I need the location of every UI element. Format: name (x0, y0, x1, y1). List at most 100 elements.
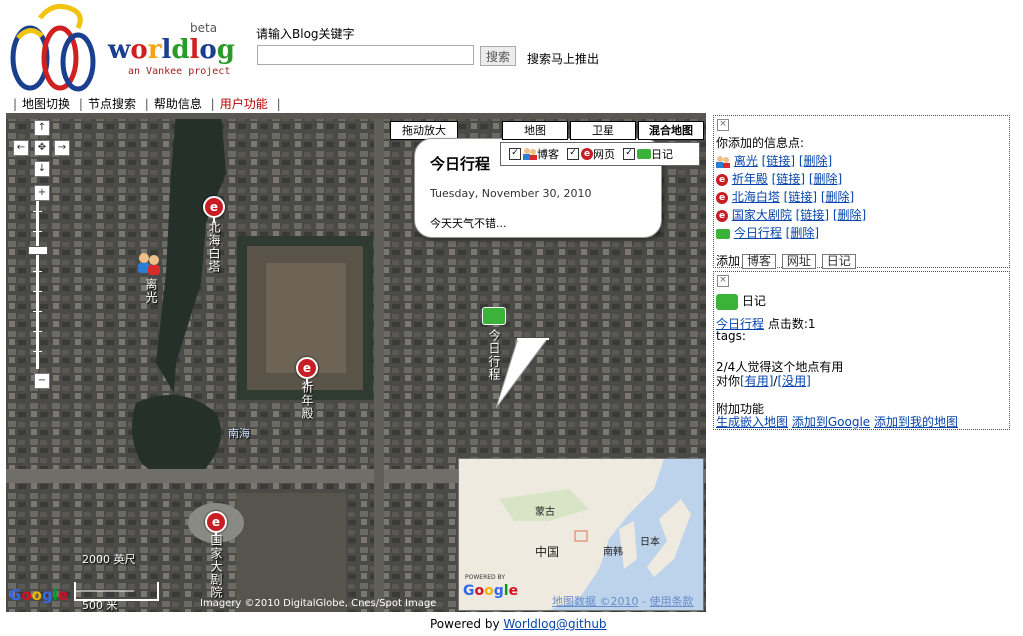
point-delete-link[interactable]: [删除] (821, 190, 854, 204)
list-item: e 国家大剧院 [链接] [删除] (716, 206, 866, 223)
folder-icon (716, 293, 738, 310)
pan-right-button[interactable]: → (54, 140, 70, 156)
add-to-google-link[interactable]: 添加到Google (792, 415, 870, 429)
layer-web-label: 网页 (593, 148, 615, 161)
bubble-body: 今天天气不错... (430, 217, 507, 230)
point-link-today[interactable]: 今日行程 (734, 226, 782, 240)
map-data-link[interactable]: 地图数据 ©2010 (552, 595, 639, 608)
point-link-liguang[interactable]: 离光 (734, 154, 758, 168)
google-logo: Google (9, 586, 69, 604)
search-button[interactable]: 搜索 (480, 46, 517, 66)
layer-filter: ✓ 博客 ✓ e 网页 ✓ 日记 (500, 142, 700, 166)
close-icon[interactable]: × (717, 275, 729, 287)
marker-label-liguang: 离光 (144, 278, 158, 304)
bubble-pointer (495, 338, 549, 409)
folder-icon[interactable] (482, 307, 506, 325)
point-link-beihai[interactable]: 北海白塔 (732, 190, 780, 204)
pan-down-button[interactable]: ↓ (34, 161, 50, 177)
point-delete-link[interactable]: [删除] (809, 172, 842, 186)
detail-clicks: 点击数:1 (767, 317, 816, 331)
marker-label-beihai: 北海白塔 (207, 221, 221, 273)
map-type-satellite[interactable]: 卫星 (570, 121, 636, 140)
area-label-nanhai: 南海 (228, 427, 250, 440)
list-item: e 北海白塔 [链接] [删除] (716, 188, 854, 205)
layer-blog-label: 博客 (537, 148, 559, 161)
panel1-heading: 你添加的信息点: (716, 136, 805, 150)
point-url-link[interactable]: [链接] (796, 208, 829, 222)
nav-item-node-search[interactable]: 节点搜索 (88, 97, 136, 111)
point-delete-link[interactable]: [删除] (833, 208, 866, 222)
list-item: 离光 [链接] [删除] (716, 152, 832, 169)
add-diary-button[interactable]: 日记 (821, 254, 856, 269)
overview-label-china: 中国 (535, 545, 560, 559)
zoom-slider-track[interactable] (33, 201, 42, 369)
point-link-grand-theatre[interactable]: 国家大剧院 (732, 208, 792, 222)
bubble-date: Tuesday, November 30, 2010 (430, 187, 592, 200)
vote-useless-link[interactable]: [没用] (777, 374, 810, 388)
add-row: 添加 博客 网址 日记 (716, 252, 856, 269)
marker-label-qiniandian: 祈年殿 (300, 381, 314, 420)
vote-useful-link[interactable]: [有用] (740, 374, 773, 388)
imagery-attribution: Imagery ©2010 DigitalGlobe, Cnes/Spot Im… (200, 598, 437, 609)
list-item: 今日行程 [删除] (716, 224, 819, 241)
folder-icon (716, 228, 730, 239)
layer-web-checkbox[interactable]: ✓ (567, 148, 579, 160)
point-url-link[interactable]: [链接] (784, 190, 817, 204)
nav-item-user-functions[interactable]: 用户功能 (220, 97, 268, 111)
list-item: e 祈年殿 [链接] [删除] (716, 170, 842, 187)
map-type-map[interactable]: 地图 (502, 121, 568, 140)
zoom-in-button[interactable]: + (34, 185, 50, 201)
map-type-switcher: 地图 卫星 混合地图 (500, 121, 704, 140)
terms-link[interactable]: 使用条款 (649, 595, 693, 608)
zoom-slider-handle[interactable] (28, 246, 48, 255)
folder-icon (637, 149, 651, 159)
scale-feet-label: 2000 英尺 (82, 553, 136, 566)
tagline: an Vankee project (128, 66, 230, 77)
marker-qiniandian[interactable]: e (296, 357, 318, 386)
embed-map-link[interactable]: 生成嵌入地图 (716, 415, 788, 429)
point-delete-link[interactable]: [删除] (799, 154, 832, 168)
overview-powered-by: POWERED BY (465, 574, 506, 581)
e-icon: e (716, 191, 728, 204)
people-icon (716, 155, 730, 168)
nav-item-help[interactable]: 帮助信息 (154, 97, 202, 111)
people-icon (523, 148, 537, 160)
my-points-panel: × 你添加的信息点: 离光 [链接] [删除] e 祈年殿 [链接] [删除] … (713, 115, 1010, 269)
detail-tags: tags: (716, 329, 746, 343)
svg-text:worldlog: worldlog (107, 35, 235, 65)
people-icon[interactable] (136, 252, 162, 276)
e-icon: e (581, 148, 593, 160)
scale-meter-label: 500 米 (82, 599, 118, 612)
point-url-link[interactable]: [链接] (772, 172, 805, 186)
close-icon[interactable]: × (717, 119, 729, 131)
search-input[interactable] (257, 45, 474, 65)
overview-label-south-korea: 南韩 (603, 547, 623, 558)
add-blog-button[interactable]: 博客 (742, 254, 777, 269)
github-link[interactable]: Worldlog@github (503, 617, 606, 631)
add-label: 添加 (716, 254, 741, 268)
worldlog-logo[interactable]: worldlog beta an Vankee project (4, 2, 244, 94)
point-url-link[interactable]: [链接] (762, 154, 795, 168)
point-link-qiniandian[interactable]: 祈年殿 (732, 172, 768, 186)
pan-left-button[interactable]: ← (13, 140, 29, 156)
add-url-button[interactable]: 网址 (781, 254, 816, 269)
marker-grand-theatre[interactable]: e (205, 511, 227, 540)
pan-up-button[interactable]: ↑ (34, 120, 50, 136)
detail-type-label: 日记 (741, 294, 766, 308)
layer-diary-checkbox[interactable]: ✓ (623, 148, 635, 160)
layer-blog-checkbox[interactable]: ✓ (509, 148, 521, 160)
point-delete-link[interactable]: [删除] (786, 226, 819, 240)
marker-label-grand-theatre: 国家大剧院 (209, 534, 223, 599)
marker-beihai-baita[interactable]: e (203, 196, 225, 225)
e-icon: e (716, 173, 728, 186)
nav-item-map-switch[interactable]: 地图切换 (22, 97, 70, 111)
overview-label-mongolia: 蒙古 (535, 507, 555, 518)
e-icon: e (716, 209, 728, 222)
bubble-title: 今日行程 (430, 155, 491, 173)
add-to-my-maps-link[interactable]: 添加到我的地图 (874, 415, 958, 429)
beta-label: beta (190, 21, 217, 35)
map-type-hybrid[interactable]: 混合地图 (638, 121, 704, 140)
zoom-out-button[interactable]: − (34, 373, 50, 389)
point-detail-panel: × 日记 今日行程 点击数:1 tags: 2/4人觉得这个地点有用 对你[有用… (713, 271, 1010, 430)
pan-center-button[interactable]: ✥ (34, 140, 50, 156)
